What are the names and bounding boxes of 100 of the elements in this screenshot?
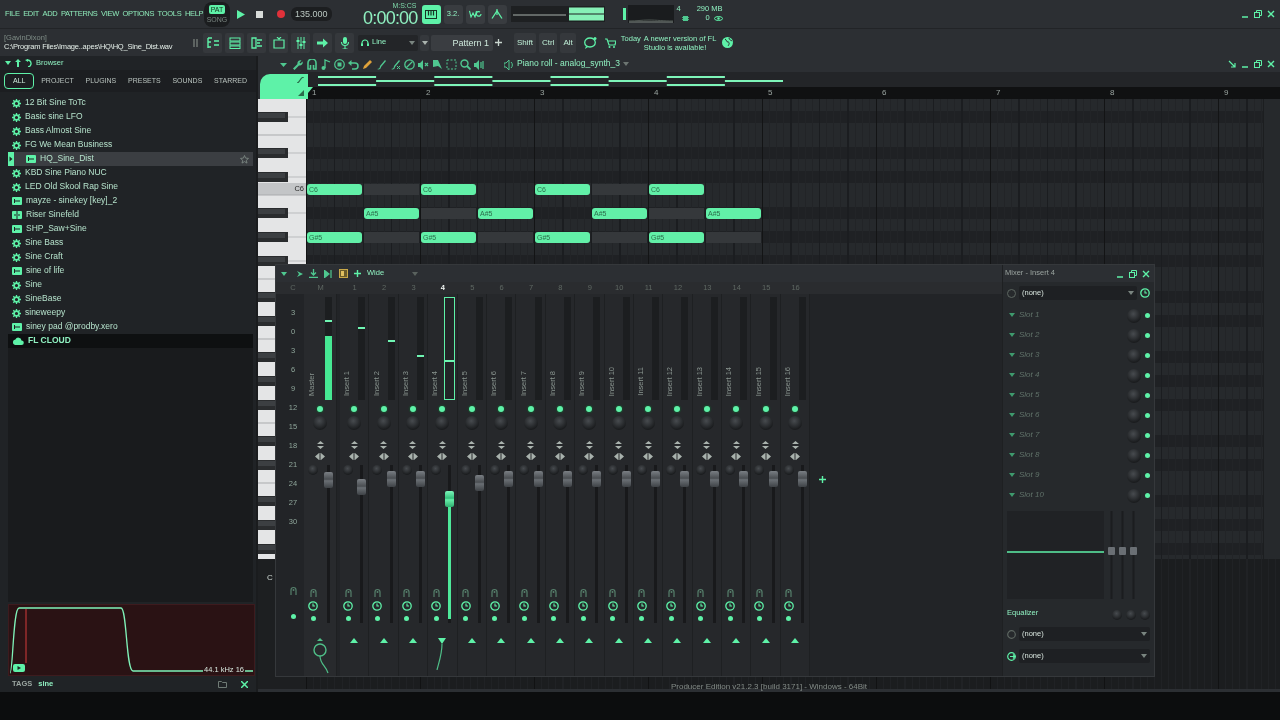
browser-item[interactable]: sineweepy [8, 306, 253, 320]
up-down-arrows-icon[interactable] [585, 441, 593, 449]
arch-icon[interactable] [344, 588, 352, 597]
arch-icon[interactable] [520, 588, 528, 597]
speaker-icon[interactable] [504, 58, 514, 70]
route-arrow-icon[interactable] [467, 638, 476, 643]
route-arrow-icon[interactable] [761, 638, 770, 643]
pencil-icon[interactable] [362, 58, 373, 70]
browser-item[interactable]: SHP_Saw+Sine [8, 222, 253, 236]
clock-icon[interactable] [725, 601, 736, 611]
fader-thumb[interactable] [474, 474, 484, 491]
route-arrow-icon[interactable] [408, 638, 417, 643]
up-down-arrows-icon[interactable] [409, 441, 417, 449]
led-icon[interactable] [463, 616, 469, 621]
led-icon[interactable] [433, 616, 439, 621]
browser-folder[interactable]: FL CLOUD [8, 334, 253, 348]
corner-tab[interactable] [260, 74, 308, 99]
play-icon[interactable] [237, 9, 245, 19]
toolbar-button[interactable] [313, 32, 332, 53]
diagonal-arrow-icon[interactable] [1228, 60, 1236, 68]
led-icon[interactable] [1145, 472, 1150, 478]
up-down-arrows-icon[interactable] [316, 441, 324, 449]
clock-icon[interactable] [519, 601, 530, 611]
arch-icon[interactable] [289, 586, 297, 595]
led-icon[interactable] [310, 616, 316, 621]
folder-icon[interactable] [218, 680, 227, 688]
fader-thumb[interactable] [621, 470, 631, 487]
up-down-arrows-icon[interactable] [644, 441, 652, 449]
left-right-arrows-icon[interactable] [613, 453, 624, 460]
led-icon[interactable] [290, 614, 296, 619]
browser-item[interactable]: KBD Sine Piano NUC [8, 166, 253, 180]
pattern-selector[interactable]: Pattern 1 [431, 34, 493, 51]
led-icon[interactable] [404, 616, 410, 621]
play-marker-icon[interactable] [8, 152, 14, 166]
toolbar-button[interactable] [269, 32, 288, 53]
route-arrow-icon[interactable] [702, 638, 711, 643]
led-icon[interactable] [1145, 312, 1150, 318]
route-arrow-icon[interactable] [614, 638, 623, 643]
led-icon[interactable] [496, 404, 507, 414]
skip-icon[interactable] [324, 269, 333, 278]
left-right-arrows-icon[interactable] [407, 453, 418, 460]
curve-icon[interactable] [297, 77, 304, 84]
clock-icon[interactable] [783, 601, 794, 611]
arch-icon[interactable] [726, 588, 734, 597]
play-pill-icon[interactable] [13, 664, 25, 672]
arch-icon[interactable] [785, 588, 793, 597]
fader-thumb[interactable] [445, 490, 455, 507]
left-right-arrows-icon[interactable] [315, 453, 325, 460]
clock-icon[interactable] [548, 601, 559, 611]
tempo-display[interactable]: 135.000 [291, 6, 332, 22]
fader-thumb[interactable] [386, 470, 396, 487]
toggle-button[interactable] [421, 4, 441, 24]
route-arrow-icon[interactable] [350, 638, 359, 643]
scrollbar-track[interactable] [1263, 99, 1280, 559]
left-right-arrows-icon[interactable] [525, 453, 536, 460]
arch-icon[interactable] [309, 588, 317, 597]
left-right-arrows-icon[interactable] [437, 453, 448, 460]
led-icon[interactable] [610, 616, 615, 621]
fader-thumb[interactable] [533, 470, 543, 487]
restore-icon[interactable] [1254, 60, 1262, 68]
arch-icon[interactable] [579, 588, 587, 597]
toggle-button[interactable] [487, 4, 507, 24]
up-down-arrows-icon[interactable] [615, 441, 623, 449]
caret-icon[interactable] [281, 271, 287, 276]
browser-item[interactable]: HQ_Sine_Dist [8, 152, 253, 166]
arch-icon[interactable] [697, 588, 705, 597]
event-lane-label[interactable]: C [267, 573, 273, 582]
left-right-arrows-icon[interactable] [643, 453, 654, 460]
left-right-arrows-icon[interactable] [790, 453, 801, 460]
browser-item[interactable]: Riser Sinefeld [8, 208, 253, 222]
led-icon[interactable] [345, 616, 351, 621]
close-icon[interactable] [1267, 10, 1275, 18]
led-icon[interactable] [349, 404, 360, 414]
triangle-icon[interactable] [298, 89, 304, 96]
led-icon[interactable] [727, 616, 733, 621]
left-right-arrows-icon[interactable] [701, 453, 712, 460]
browser-item[interactable]: Basic sine LFO [8, 110, 253, 124]
left-right-arrows-icon[interactable] [760, 453, 771, 460]
plus-icon[interactable] [495, 39, 502, 46]
plus-icon[interactable] [354, 270, 361, 277]
led-icon[interactable] [584, 404, 595, 414]
route-arrow-icon[interactable] [555, 638, 564, 643]
speaker-bars-icon[interactable] [474, 58, 485, 70]
route-arrow-icon[interactable] [379, 638, 388, 643]
clock-icon[interactable] [431, 601, 442, 611]
cable-ring-icon[interactable] [311, 638, 329, 674]
magnet-icon[interactable] [306, 58, 317, 70]
led-icon[interactable] [672, 404, 683, 414]
led-icon[interactable] [756, 616, 762, 621]
toolbar-button[interactable] [203, 32, 222, 53]
clock-icon[interactable] [754, 601, 765, 611]
arch-icon[interactable] [638, 588, 646, 597]
led-icon[interactable] [668, 616, 674, 621]
up-arrow-icon[interactable] [15, 59, 21, 67]
record-icon[interactable] [277, 10, 285, 18]
arch-icon[interactable] [667, 588, 675, 597]
fader-thumb[interactable] [768, 470, 778, 487]
left-right-arrows-icon[interactable] [378, 453, 389, 460]
modifier-button[interactable]: Ctrl [539, 32, 558, 53]
no-entry-icon[interactable] [404, 58, 415, 70]
